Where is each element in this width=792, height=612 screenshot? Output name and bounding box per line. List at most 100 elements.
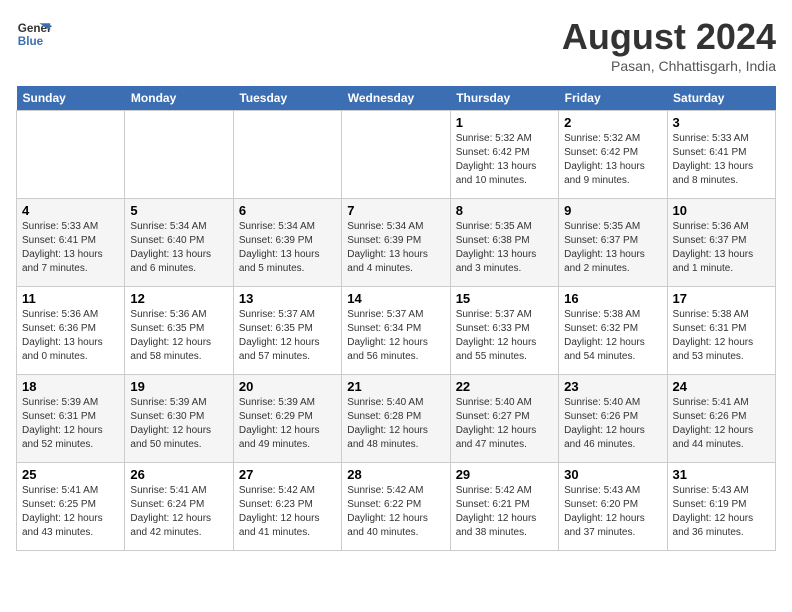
calendar-cell: 6 Sunrise: 5:34 AM Sunset: 6:39 PM Daylig…	[233, 199, 341, 287]
calendar-cell: 14 Sunrise: 5:37 AM Sunset: 6:34 PM Dayli…	[342, 287, 450, 375]
day-number: 28	[347, 467, 444, 482]
day-info: Sunrise: 5:42 AM Sunset: 6:23 PM Dayligh…	[239, 484, 336, 540]
day-number: 30	[564, 467, 661, 482]
calendar-week-row: 11 Sunrise: 5:36 AM Sunset: 6:36 PM Dayli…	[17, 287, 776, 375]
day-number: 29	[456, 467, 553, 482]
header: General Blue August 2024 Pasan, Chhattis…	[16, 16, 776, 74]
day-info: Sunrise: 5:42 AM Sunset: 6:21 PM Dayligh…	[456, 484, 553, 540]
day-number: 9	[564, 203, 661, 218]
calendar-cell: 23 Sunrise: 5:40 AM Sunset: 6:26 PM Dayli…	[559, 375, 667, 463]
calendar-cell: 7 Sunrise: 5:34 AM Sunset: 6:39 PM Daylig…	[342, 199, 450, 287]
weekday-header: Saturday	[667, 86, 775, 111]
calendar-cell	[233, 111, 341, 199]
weekday-header: Friday	[559, 86, 667, 111]
calendar-cell: 29 Sunrise: 5:42 AM Sunset: 6:21 PM Dayli…	[450, 463, 558, 551]
calendar-cell: 1Sunrise: 5:32 AM Sunset: 6:42 PM Daylig…	[450, 111, 558, 199]
calendar-cell: 17 Sunrise: 5:38 AM Sunset: 6:31 PM Dayli…	[667, 287, 775, 375]
day-number: 12	[130, 291, 227, 306]
calendar-cell: 22Sunrise: 5:40 AM Sunset: 6:27 PM Dayli…	[450, 375, 558, 463]
svg-text:Blue: Blue	[18, 35, 44, 48]
weekday-header: Sunday	[17, 86, 125, 111]
day-info: Sunrise: 5:39 AM Sunset: 6:29 PM Dayligh…	[239, 396, 336, 452]
calendar-cell: 8 Sunrise: 5:35 AM Sunset: 6:38 PM Daylig…	[450, 199, 558, 287]
day-info: Sunrise: 5:40 AM Sunset: 6:26 PM Dayligh…	[564, 396, 661, 452]
logo: General Blue	[16, 16, 52, 52]
day-info: Sunrise: 5:41 AM Sunset: 6:25 PM Dayligh…	[22, 484, 119, 540]
day-info: Sunrise: 5:43 AM Sunset: 6:20 PM Dayligh…	[564, 484, 661, 540]
calendar-cell: 18 Sunrise: 5:39 AM Sunset: 6:31 PM Dayli…	[17, 375, 125, 463]
day-info: Sunrise: 5:33 AM Sunset: 6:41 PM Dayligh…	[673, 132, 770, 188]
day-number: 11	[22, 291, 119, 306]
day-info: Sunrise: 5:34 AM Sunset: 6:39 PM Dayligh…	[347, 220, 444, 276]
day-info: Sunrise: 5:39 AM Sunset: 6:30 PM Dayligh…	[130, 396, 227, 452]
day-number: 2	[564, 115, 661, 130]
calendar-cell: 25 Sunrise: 5:41 AM Sunset: 6:25 PM Dayli…	[17, 463, 125, 551]
day-info: Sunrise: 5:38 AM Sunset: 6:32 PM Dayligh…	[564, 308, 661, 364]
calendar-cell: 20 Sunrise: 5:39 AM Sunset: 6:29 PM Dayli…	[233, 375, 341, 463]
calendar-cell: 16 Sunrise: 5:38 AM Sunset: 6:32 PM Dayli…	[559, 287, 667, 375]
day-number: 19	[130, 379, 227, 394]
day-info: Sunrise: 5:38 AM Sunset: 6:31 PM Dayligh…	[673, 308, 770, 364]
day-info: Sunrise: 5:36 AM Sunset: 6:36 PM Dayligh…	[22, 308, 119, 364]
day-info: Sunrise: 5:40 AM Sunset: 6:28 PM Dayligh…	[347, 396, 444, 452]
weekday-header-row: SundayMondayTuesdayWednesdayThursdayFrid…	[17, 86, 776, 111]
day-number: 21	[347, 379, 444, 394]
day-info: Sunrise: 5:32 AM Sunset: 6:42 PM Dayligh…	[564, 132, 661, 188]
day-number: 10	[673, 203, 770, 218]
day-number: 6	[239, 203, 336, 218]
calendar-cell: 24 Sunrise: 5:41 AM Sunset: 6:26 PM Dayli…	[667, 375, 775, 463]
day-info: Sunrise: 5:37 AM Sunset: 6:34 PM Dayligh…	[347, 308, 444, 364]
calendar-week-row: 4 Sunrise: 5:33 AM Sunset: 6:41 PM Daylig…	[17, 199, 776, 287]
calendar-cell: 31 Sunrise: 5:43 AM Sunset: 6:19 PM Dayli…	[667, 463, 775, 551]
day-info: Sunrise: 5:37 AM Sunset: 6:33 PM Dayligh…	[456, 308, 553, 364]
day-number: 16	[564, 291, 661, 306]
day-info: Sunrise: 5:35 AM Sunset: 6:38 PM Dayligh…	[456, 220, 553, 276]
calendar-cell: 26 Sunrise: 5:41 AM Sunset: 6:24 PM Dayli…	[125, 463, 233, 551]
day-info: Sunrise: 5:36 AM Sunset: 6:35 PM Dayligh…	[130, 308, 227, 364]
day-info: Sunrise: 5:41 AM Sunset: 6:26 PM Dayligh…	[673, 396, 770, 452]
calendar-week-row: 1Sunrise: 5:32 AM Sunset: 6:42 PM Daylig…	[17, 111, 776, 199]
day-number: 25	[22, 467, 119, 482]
day-info: Sunrise: 5:35 AM Sunset: 6:37 PM Dayligh…	[564, 220, 661, 276]
day-number: 5	[130, 203, 227, 218]
day-info: Sunrise: 5:36 AM Sunset: 6:37 PM Dayligh…	[673, 220, 770, 276]
day-number: 17	[673, 291, 770, 306]
logo-icon: General Blue	[16, 16, 52, 52]
weekday-header: Tuesday	[233, 86, 341, 111]
day-number: 24	[673, 379, 770, 394]
calendar-table: SundayMondayTuesdayWednesdayThursdayFrid…	[16, 86, 776, 551]
calendar-cell: 19 Sunrise: 5:39 AM Sunset: 6:30 PM Dayli…	[125, 375, 233, 463]
day-number: 7	[347, 203, 444, 218]
day-number: 26	[130, 467, 227, 482]
day-number: 15	[456, 291, 553, 306]
day-number: 13	[239, 291, 336, 306]
main-title: August 2024	[562, 16, 776, 58]
day-number: 4	[22, 203, 119, 218]
day-number: 31	[673, 467, 770, 482]
day-info: Sunrise: 5:43 AM Sunset: 6:19 PM Dayligh…	[673, 484, 770, 540]
day-number: 3	[673, 115, 770, 130]
calendar-cell	[342, 111, 450, 199]
calendar-cell: 5Sunrise: 5:34 AM Sunset: 6:40 PM Daylig…	[125, 199, 233, 287]
day-info: Sunrise: 5:40 AM Sunset: 6:27 PM Dayligh…	[456, 396, 553, 452]
day-number: 20	[239, 379, 336, 394]
calendar-cell: 28Sunrise: 5:42 AM Sunset: 6:22 PM Dayli…	[342, 463, 450, 551]
calendar-cell	[125, 111, 233, 199]
day-number: 8	[456, 203, 553, 218]
weekday-header: Wednesday	[342, 86, 450, 111]
calendar-week-row: 25 Sunrise: 5:41 AM Sunset: 6:25 PM Dayli…	[17, 463, 776, 551]
calendar-cell: 9 Sunrise: 5:35 AM Sunset: 6:37 PM Daylig…	[559, 199, 667, 287]
day-info: Sunrise: 5:33 AM Sunset: 6:41 PM Dayligh…	[22, 220, 119, 276]
calendar-cell: 12 Sunrise: 5:36 AM Sunset: 6:35 PM Dayli…	[125, 287, 233, 375]
day-info: Sunrise: 5:32 AM Sunset: 6:42 PM Dayligh…	[456, 132, 553, 188]
day-info: Sunrise: 5:39 AM Sunset: 6:31 PM Dayligh…	[22, 396, 119, 452]
day-number: 18	[22, 379, 119, 394]
calendar-cell: 4 Sunrise: 5:33 AM Sunset: 6:41 PM Daylig…	[17, 199, 125, 287]
title-block: August 2024 Pasan, Chhattisgarh, India	[562, 16, 776, 74]
day-number: 14	[347, 291, 444, 306]
day-info: Sunrise: 5:41 AM Sunset: 6:24 PM Dayligh…	[130, 484, 227, 540]
calendar-cell: 13Sunrise: 5:37 AM Sunset: 6:35 PM Dayli…	[233, 287, 341, 375]
calendar-cell: 27Sunrise: 5:42 AM Sunset: 6:23 PM Dayli…	[233, 463, 341, 551]
day-info: Sunrise: 5:34 AM Sunset: 6:39 PM Dayligh…	[239, 220, 336, 276]
day-number: 23	[564, 379, 661, 394]
